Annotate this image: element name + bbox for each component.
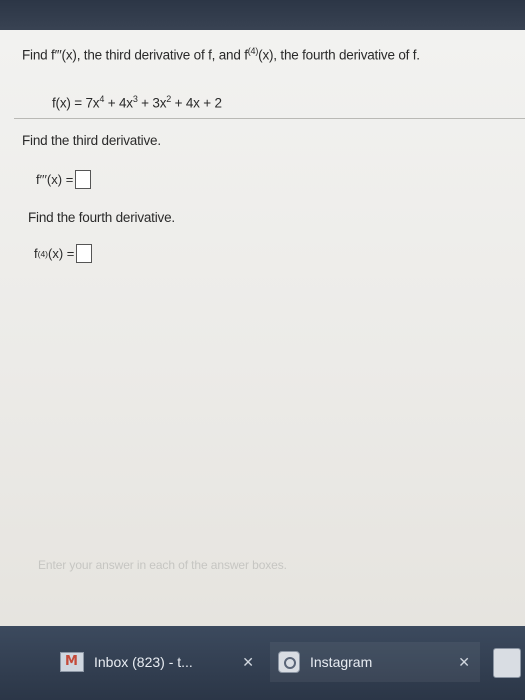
function-term-4: + 4x + 2 xyxy=(171,95,222,111)
function-term-3: + 3x xyxy=(137,95,167,111)
inbox-label: Inbox (823) - t... xyxy=(94,654,193,670)
question-text: Find f′′′(x), the third derivative of f,… xyxy=(22,46,522,63)
question-prefix: Find f′′′(x), the third derivative of f,… xyxy=(22,47,248,63)
browser-top-bar xyxy=(0,0,525,34)
question-panel xyxy=(0,30,525,626)
taskbar: Inbox (823) - t... ✕ Instagram ✕ xyxy=(0,626,525,700)
third-derivative-title: Find the third derivative. xyxy=(22,133,161,148)
function-term-1: f(x) = 7x xyxy=(52,95,100,111)
instagram-label: Instagram xyxy=(310,654,373,670)
third-derivative-label: f′′′(x) = xyxy=(36,172,74,187)
app-icon[interactable] xyxy=(493,648,521,678)
fourth-derivative-title: Find the fourth derivative. xyxy=(28,210,175,225)
instagram-icon xyxy=(278,651,300,673)
third-derivative-row: f′′′(x) = xyxy=(36,170,92,189)
close-icon[interactable]: ✕ xyxy=(242,654,254,671)
function-term-2: + 4x xyxy=(104,95,133,111)
section-divider xyxy=(14,118,525,119)
function-definition: f(x) = 7x4 + 4x3 + 3x2 + 4x + 2 xyxy=(52,94,222,111)
question-suffix: (x), the fourth derivative of f. xyxy=(258,47,420,63)
third-derivative-answer-box[interactable] xyxy=(75,170,92,189)
taskbar-item-instagram[interactable]: Instagram ✕ xyxy=(270,642,480,682)
fourth-derivative-row: f (4) (x) = xyxy=(34,244,93,263)
question-superscript: (4) xyxy=(247,46,259,56)
close-icon[interactable]: ✕ xyxy=(458,654,470,671)
fourth-derivative-label-sup: (4) xyxy=(37,248,49,259)
answer-hint: Enter your answer in each of the answer … xyxy=(38,558,287,572)
fourth-derivative-answer-box[interactable] xyxy=(76,244,93,263)
taskbar-item-inbox[interactable]: Inbox (823) - t... ✕ xyxy=(54,642,264,682)
mail-icon xyxy=(60,652,84,672)
fourth-derivative-label-rest: (x) = xyxy=(48,246,75,261)
